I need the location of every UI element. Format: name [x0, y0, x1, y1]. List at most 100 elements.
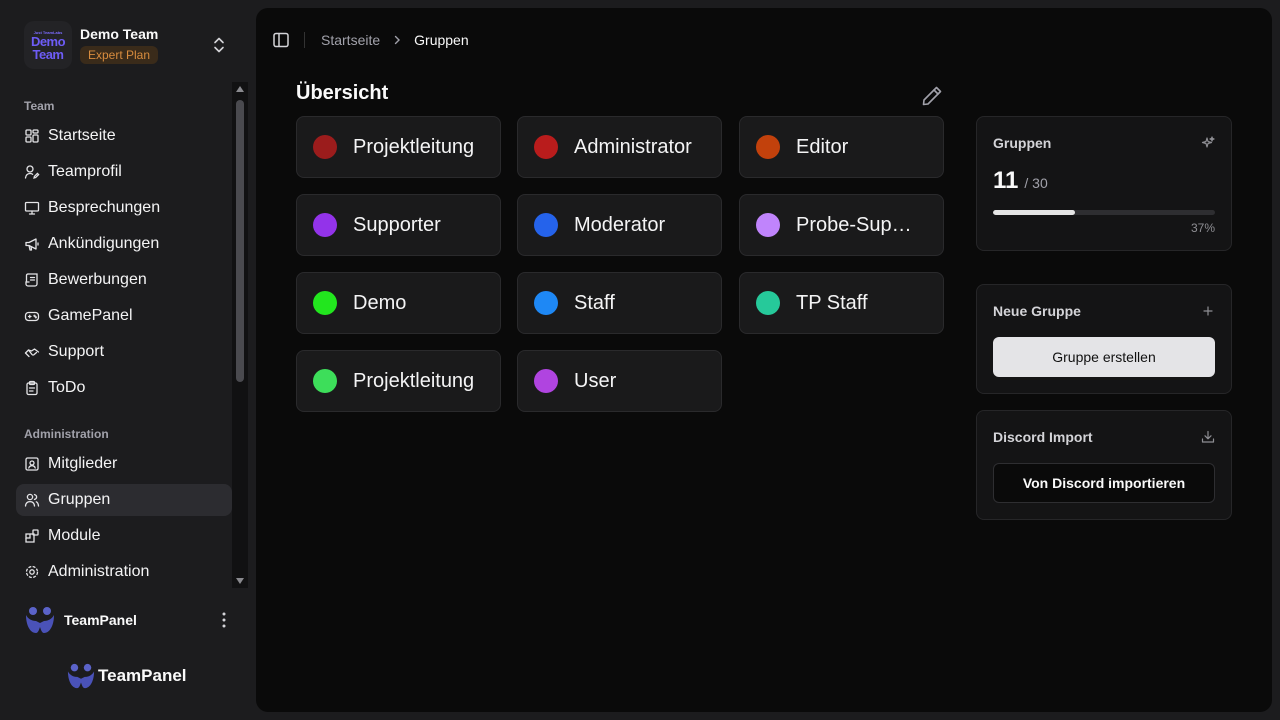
plan-badge: Expert Plan [80, 46, 159, 64]
group-name: Probe-Supporter [796, 213, 916, 236]
breadcrumb-home[interactable]: Startseite [321, 32, 380, 48]
group-card[interactable]: Projektleitung [296, 350, 501, 412]
group-card[interactable]: Administrator [517, 116, 722, 178]
sparkles-icon [1201, 136, 1215, 148]
main-panel: Startseite Gruppen Übersicht Projektleit… [256, 8, 1272, 712]
sidebar-item-gruppen[interactable]: Gruppen [16, 484, 232, 516]
group-count-limit: / 30 [1024, 175, 1048, 191]
group-color-dot [534, 135, 558, 159]
group-count-value: 11 [993, 167, 1019, 194]
chevron-right-icon [394, 35, 401, 45]
sidebar-item-todo[interactable]: ToDo [16, 372, 232, 404]
clipboard-icon [26, 380, 38, 396]
team-logo: Just TeamLabs Demo Team [24, 21, 72, 69]
brand-footer: TeamPanel [66, 662, 187, 690]
sidebar-item-label: Module [48, 527, 101, 544]
group-name: Editor [796, 135, 849, 158]
sidebar-scrollbar[interactable] [232, 82, 248, 588]
grid-icon [25, 129, 39, 143]
topbar: Startseite Gruppen [272, 24, 469, 56]
download-icon [1201, 430, 1215, 443]
sidebar-item-label: ToDo [48, 379, 86, 396]
sidebar-item-label: Teamprofil [48, 163, 122, 180]
group-card[interactable]: Editor [739, 116, 944, 178]
user-menu[interactable]: TeamPanel [24, 604, 236, 636]
sidebar-toggle-icon[interactable] [272, 31, 290, 49]
scroll-up-arrow[interactable] [236, 86, 244, 92]
gamepad-icon [24, 311, 40, 322]
plus-icon [1203, 306, 1213, 316]
group-name: Demo [353, 291, 407, 314]
sidebar-item-label: GamePanel [48, 307, 133, 324]
groups-stats-card: Gruppen 11 / 30 37% [976, 116, 1232, 251]
group-progress-percent: 37% [1190, 221, 1215, 235]
settings-icon [25, 565, 39, 579]
more-vertical-icon[interactable] [216, 610, 232, 630]
group-count: 11 / 30 [993, 167, 1048, 195]
sidebar-item-ankuendigungen[interactable]: Ankündigungen [16, 228, 232, 260]
nav-section-team: Team [24, 99, 55, 113]
avatar [26, 607, 54, 633]
page-title: Übersicht [296, 82, 389, 104]
sidebar-item-label: Startseite [48, 127, 116, 144]
teampanel-logo [67, 663, 95, 689]
group-card[interactable]: Staff [517, 272, 722, 334]
group-color-dot [313, 291, 337, 315]
sidebar-item-bewerbungen[interactable]: Bewerbungen [16, 264, 232, 296]
sidebar-item-teamprofil[interactable]: Teamprofil [16, 156, 232, 188]
sidebar-item-label: Mitglieder [48, 455, 118, 472]
group-name: Administrator [574, 135, 692, 158]
user-name: TeamPanel [64, 612, 137, 628]
group-card[interactable]: TP Staff [739, 272, 944, 334]
contact-icon [25, 457, 39, 471]
user-pen-icon [24, 165, 40, 179]
sidebar-nav: Team Startseite Teamprofil Besprechungen… [16, 84, 232, 590]
breadcrumb-current: Gruppen [414, 32, 469, 48]
group-name: Projektleitung [353, 135, 475, 158]
group-name: TP Staff [796, 291, 868, 314]
sidebar-item-module[interactable]: Module [16, 520, 232, 552]
sidebar-item-mitglieder[interactable]: Mitglieder [16, 448, 232, 480]
group-card[interactable]: Demo [296, 272, 501, 334]
group-name: User [574, 369, 617, 392]
group-name: Moderator [574, 213, 666, 236]
sidebar-item-besprechungen[interactable]: Besprechungen [16, 192, 232, 224]
sidebar-item-administration[interactable]: Administration [16, 556, 232, 588]
discord-import-card: Discord Import Von Discord importieren [976, 410, 1232, 520]
group-card[interactable]: Supporter [296, 194, 501, 256]
group-card[interactable]: Moderator [517, 194, 722, 256]
sidebar: Just TeamLabs Demo Team Demo Team Expert… [0, 0, 256, 720]
team-switcher[interactable]: Just TeamLabs Demo Team Demo Team Expert… [24, 20, 234, 70]
topbar-divider [304, 32, 305, 48]
stats-title: Gruppen [993, 135, 1052, 151]
handshake-icon [24, 348, 40, 358]
group-name: Projektleitung [353, 369, 475, 392]
scroll-down-arrow[interactable] [236, 578, 244, 584]
presentation-icon [24, 201, 40, 215]
group-progress-fill [993, 210, 1076, 215]
sidebar-item-label: Administration [48, 563, 150, 580]
sidebar-item-startseite[interactable]: Startseite [16, 120, 232, 152]
nav-section-administration: Administration [24, 427, 109, 441]
sidebar-item-support[interactable]: Support [16, 336, 232, 368]
users-icon [24, 493, 40, 507]
pencil-icon[interactable] [920, 84, 944, 108]
team-logo-line2: Team [32, 46, 65, 62]
discord-import-title: Discord Import [993, 429, 1093, 445]
group-card[interactable]: Projektleitung [296, 116, 501, 178]
discord-import-button[interactable]: Von Discord importieren [993, 463, 1215, 503]
group-color-dot [313, 135, 337, 159]
group-color-dot [534, 369, 558, 393]
group-color-dot [756, 135, 780, 159]
group-card[interactable]: Probe-Supporter [739, 194, 944, 256]
group-color-dot [534, 213, 558, 237]
chevrons-up-down-icon [214, 37, 224, 53]
new-group-card: Neue Gruppe Gruppe erstellen [976, 284, 1232, 394]
group-card[interactable]: User [517, 350, 722, 412]
group-color-dot [756, 213, 780, 237]
sidebar-item-label: Besprechungen [48, 199, 161, 216]
scrollbar-thumb[interactable] [236, 100, 244, 382]
sidebar-item-gamepanel[interactable]: GamePanel [16, 300, 232, 332]
group-color-dot [534, 291, 558, 315]
create-group-button[interactable]: Gruppe erstellen [993, 337, 1215, 377]
